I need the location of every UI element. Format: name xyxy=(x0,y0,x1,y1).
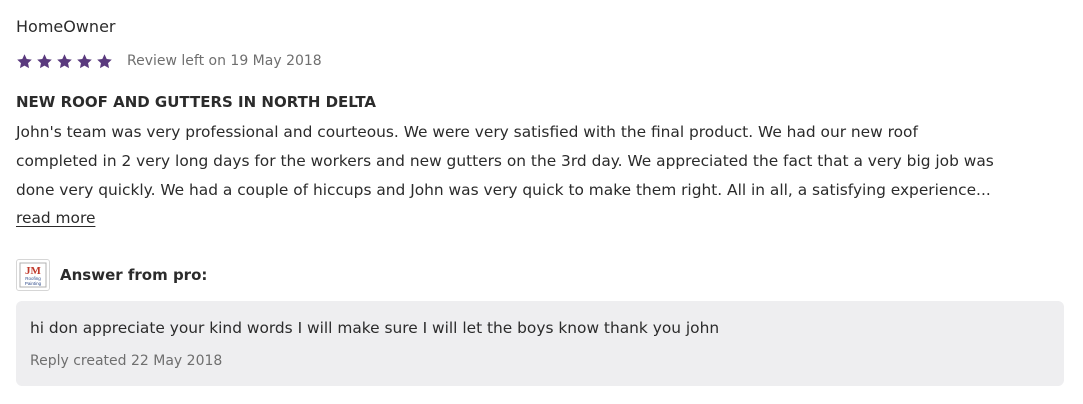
star-icon xyxy=(16,53,33,70)
review-title: NEW ROOF AND GUTTERS IN NORTH DELTA xyxy=(16,93,377,111)
logo-subtext: Painting xyxy=(25,281,42,286)
read-more-link[interactable]: read more xyxy=(16,204,95,232)
review-date: Review left on 19 May 2018 xyxy=(127,53,322,69)
star-icon xyxy=(76,53,93,70)
review-body-line: done very quickly. We had a couple of hi… xyxy=(16,181,991,199)
star-icon xyxy=(96,53,113,70)
review-body-line: completed in 2 very long days for the wo… xyxy=(16,152,994,170)
pro-reply-box: hi don appreciate your kind words I will… xyxy=(16,301,1064,386)
star-icon xyxy=(36,53,53,70)
pro-answer-label: Answer from pro: xyxy=(60,266,208,284)
review-author: HomeOwner xyxy=(16,17,116,36)
rating-row: Review left on 19 May 2018 xyxy=(16,50,322,72)
pro-answer-header: JM Roofing Painting Answer from pro: xyxy=(16,258,207,292)
review-body: John's team was very professional and co… xyxy=(16,118,1064,205)
star-icon xyxy=(56,53,73,70)
company-logo-icon: JM Roofing Painting xyxy=(16,259,50,291)
star-rating xyxy=(16,53,113,70)
review-body-line: John's team was very professional and co… xyxy=(16,123,918,141)
reply-text: hi don appreciate your kind words I will… xyxy=(30,319,720,337)
reply-date: Reply created 22 May 2018 xyxy=(30,353,223,369)
